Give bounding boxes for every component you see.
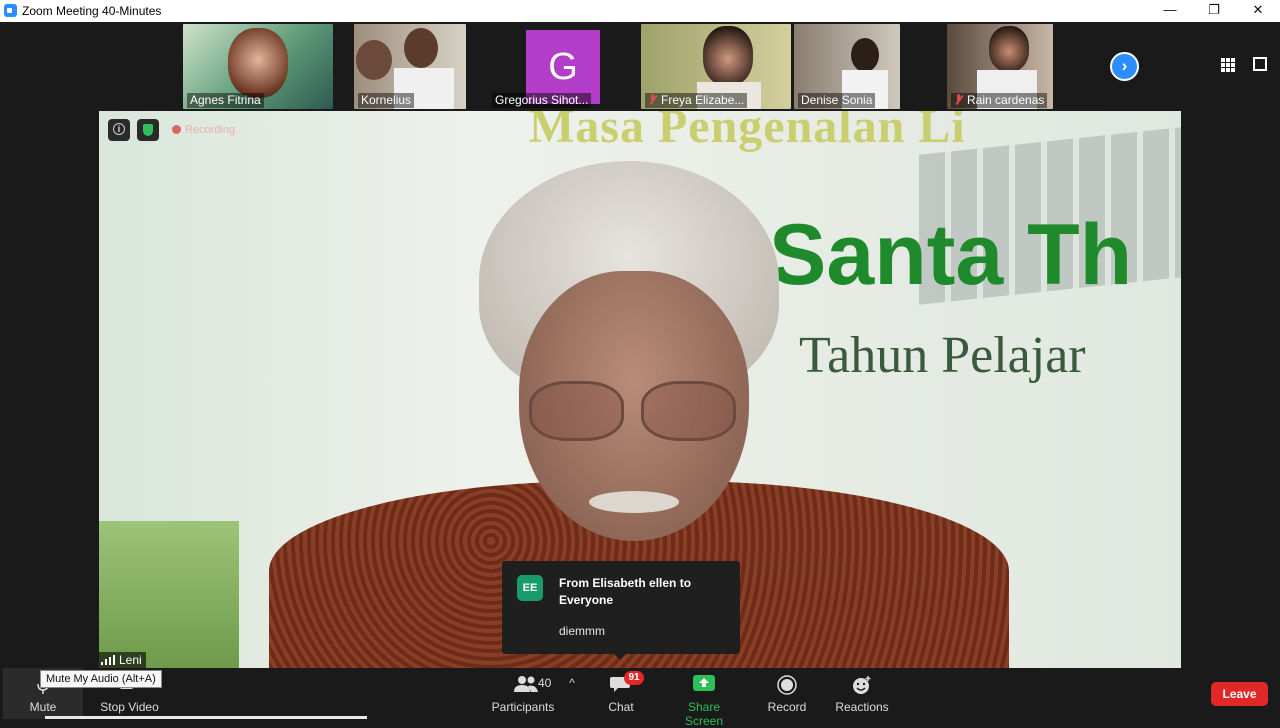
speaker-glasses [529,381,739,441]
participants-button[interactable]: 40 Participants [488,668,558,719]
gallery-view-icon[interactable] [1221,58,1235,72]
next-page-button[interactable]: › [1110,52,1139,81]
mic-muted-icon [954,94,963,105]
reactions-button[interactable]: Reactions [832,668,892,719]
share-screen-button[interactable]: Share Screen [668,668,740,728]
participant-tile[interactable]: Freya Elizabe... [641,24,791,109]
gallery-strip: Agnes Fitrina Kornelius G Gregorius Siho… [0,22,1280,110]
chat-sender: From Elisabeth ellen to Everyone [559,576,692,607]
chat-notification[interactable]: EE From Elisabeth ellen to Everyone diem… [502,561,740,660]
participant-video [703,26,753,86]
banner-text: Tahun Pelajar [799,327,1086,384]
participant-name: Gregorius Sihot... [492,93,592,108]
signal-strength-icon [101,655,115,665]
banner-text: Masa Pengenalan Li [529,111,966,153]
record-button[interactable]: Record [762,668,812,719]
participant-name: Rain cardenas [951,93,1048,108]
stop-video-label: Stop Video [100,700,159,714]
background-decoration [99,521,239,668]
restore-button[interactable]: ❐ [1192,0,1236,22]
chat-unread-badge: 91 [624,671,644,685]
mute-tooltip: Mute My Audio (Alt+A) [40,670,162,688]
participant-name: Freya Elizabe... [645,93,748,108]
close-button[interactable]: ✕ [1236,0,1280,22]
window-title: Zoom Meeting 40-Minutes [22,4,162,18]
participants-caret-button[interactable]: ^ [565,676,579,696]
participant-name-text: Freya Elizabe... [661,93,745,107]
participant-video [356,40,392,80]
participant-name: Kornelius [358,93,415,108]
participant-tile[interactable]: Denise Sonia [794,24,900,109]
sender-avatar: EE [517,575,543,601]
popup-tail [614,654,626,660]
reactions-icon [853,676,871,694]
share-screen-icon [693,675,715,691]
participant-video [989,26,1029,72]
leave-button[interactable]: Leave [1211,682,1268,706]
info-icon[interactable] [108,119,130,141]
reactions-label: Reactions [835,700,889,714]
participant-count: 40 [538,676,552,690]
participant-video [851,38,879,72]
record-label: Record [767,700,807,714]
participants-label: Participants [491,700,555,714]
fullscreen-icon[interactable] [1253,57,1267,71]
recording-indicator: Recording [172,124,235,136]
zoom-app-icon [4,4,17,17]
participants-icon [514,676,538,692]
participant-tile[interactable]: Rain cardenas [947,24,1053,109]
speaker-name-text: Leni [119,653,142,667]
security-shield-icon[interactable] [137,119,159,141]
mic-muted-icon [648,94,657,105]
participant-video [404,28,438,68]
minimize-button[interactable]: — [1148,0,1192,22]
participant-tile[interactable]: Kornelius [354,24,466,109]
banner-text: Santa Th [769,207,1133,303]
speaker-moustache [589,491,679,513]
participant-name-text: Rain cardenas [967,93,1045,107]
record-icon [777,675,797,695]
title-bar: Zoom Meeting 40-Minutes — ❐ ✕ [0,0,1280,22]
mute-label: Mute [29,700,57,714]
chat-message: diemmm [559,624,606,638]
speaker-name-label: Leni [99,652,146,668]
participant-name: Agnes Fitrina [187,93,264,108]
participant-video [228,28,288,98]
participant-tile[interactable]: G Gregorius Sihot... [488,24,638,109]
participant-name: Denise Sonia [798,93,876,108]
participant-tile[interactable]: Agnes Fitrina [183,24,333,109]
chat-label: Chat [608,700,634,714]
share-screen-label: Share Screen [684,700,724,728]
